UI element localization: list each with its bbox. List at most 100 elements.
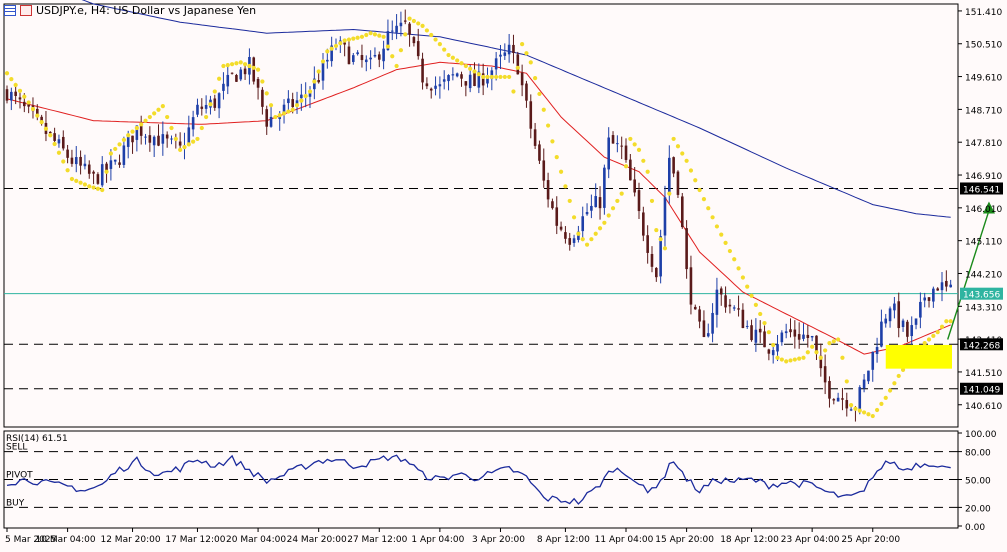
- sar-dot: [784, 359, 789, 364]
- candle: [18, 97, 22, 100]
- candle: [23, 101, 26, 107]
- x-tick-label: 23 Apr 04:00: [781, 535, 840, 545]
- candle: [594, 196, 598, 208]
- sar-dot: [706, 206, 711, 211]
- sar-dot: [130, 129, 135, 134]
- sar-dot: [424, 28, 429, 33]
- candle: [806, 334, 810, 339]
- price-chart[interactable]: 151.410 150.510 149.610 148.710 147.810 146.9…: [0, 0, 1007, 548]
- sar-dot: [680, 151, 685, 156]
- sar-dot: [827, 341, 832, 346]
- candle: [875, 347, 879, 354]
- sar-dot: [238, 60, 243, 65]
- candle: [468, 74, 472, 89]
- sar-dot: [368, 31, 373, 36]
- sar-dot: [264, 91, 269, 96]
- candle: [693, 306, 697, 310]
- candle: [564, 232, 567, 239]
- sar-dot: [385, 44, 391, 49]
- sar-dot: [372, 32, 378, 37]
- candle: [568, 238, 572, 245]
- x-tick-label: 24 Mar 20:00: [287, 535, 347, 545]
- candle: [317, 80, 320, 83]
- candle: [144, 136, 147, 138]
- sar-dot: [268, 103, 274, 108]
- sar-dot: [229, 62, 235, 67]
- candle: [118, 162, 121, 165]
- candle: [213, 98, 217, 108]
- candle: [87, 164, 91, 174]
- sar-dot: [866, 412, 871, 417]
- candle: [603, 167, 606, 208]
- sar-dot: [939, 324, 945, 329]
- sar-dot: [736, 266, 741, 271]
- sar-dot: [775, 355, 780, 360]
- sar-dot: [558, 169, 564, 174]
- support-zone: [885, 344, 952, 369]
- sar-dot: [191, 139, 196, 144]
- y-tick-label: 144.210: [965, 270, 1002, 280]
- x-tick-label: 8 Apr 12:00: [537, 535, 590, 545]
- candle: [512, 44, 515, 53]
- sar-dot: [533, 76, 538, 81]
- sar-dot: [156, 107, 161, 112]
- candle: [464, 81, 468, 86]
- x-tick-label: 27 Mar 12:00: [347, 535, 407, 545]
- candle: [113, 159, 117, 162]
- candle: [802, 334, 805, 339]
- chart-menu-icon[interactable]: [4, 5, 16, 16]
- candle: [499, 54, 502, 57]
- candle: [650, 253, 654, 267]
- candle: [321, 61, 325, 81]
- sar-dot: [675, 144, 681, 149]
- sar-dot: [801, 355, 806, 360]
- candle: [503, 52, 507, 56]
- candle: [217, 93, 221, 109]
- rsi-tick-label: 50.00: [965, 477, 991, 487]
- sar-dot: [818, 355, 823, 360]
- sar-dot: [870, 413, 875, 419]
- chart-canvas[interactable]: 151.410 150.510 149.610 148.710 147.810 146.9…: [0, 0, 1007, 548]
- candle: [421, 58, 424, 83]
- sar-dot: [667, 191, 672, 196]
- sar-dot: [303, 93, 308, 99]
- candle: [871, 351, 875, 370]
- sar-dot: [732, 257, 737, 262]
- candle: [862, 379, 866, 389]
- sar-dot: [701, 196, 707, 202]
- sar-dot: [35, 113, 40, 118]
- sar-dot: [165, 114, 170, 120]
- sar-dot: [797, 356, 802, 361]
- sar-dot: [281, 111, 287, 116]
- sar-dot: [788, 358, 793, 363]
- candle: [646, 235, 649, 253]
- y-tick-label: 150.510: [965, 41, 1002, 51]
- sar-dot: [355, 35, 360, 40]
- sar-dot: [727, 248, 733, 254]
- sar-dot: [610, 206, 616, 211]
- chart-properties-icon[interactable]: [20, 5, 32, 16]
- candle: [412, 37, 416, 44]
- sar-dot: [515, 65, 520, 70]
- sar-dot: [485, 74, 490, 80]
- sar-dot: [173, 136, 178, 142]
- sar-dot: [108, 151, 113, 156]
- sar-dot: [831, 339, 836, 344]
- candle: [680, 196, 684, 228]
- candle: [291, 99, 294, 108]
- candle: [841, 398, 844, 400]
- candle: [867, 370, 870, 382]
- candle: [663, 197, 667, 236]
- candle: [724, 295, 727, 308]
- sar-dot: [697, 187, 702, 193]
- sar-dot: [169, 125, 174, 131]
- sar-dot: [805, 350, 810, 355]
- sar-dot: [511, 89, 516, 94]
- candle: [668, 157, 671, 196]
- candle: [810, 335, 814, 338]
- candle: [611, 135, 615, 144]
- candle: [780, 332, 784, 343]
- candle: [919, 301, 922, 318]
- sar-dot: [879, 401, 884, 407]
- x-tick-label: 18 Apr 12:00: [720, 535, 779, 545]
